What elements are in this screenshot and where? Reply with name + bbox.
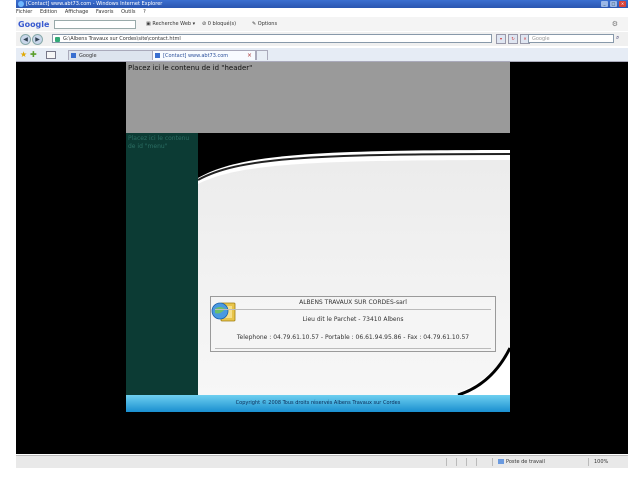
minimize-button[interactable]: _ [601,1,608,7]
title-bar: [Contact] www.abt73.com - Windows Intern… [16,0,628,8]
copyright-text: Copyright © 2008 Tous droits réservés Al… [235,400,401,406]
close-tab-icon[interactable]: × [247,51,252,60]
nav-actions: ▾ ↻ ✕ [496,34,530,44]
header-placeholder-text: Placez ici le contenu de id "header" [128,64,253,72]
live-search-input[interactable]: Google [528,34,614,43]
menu-fichier[interactable]: Fichier [16,9,32,15]
maximize-button[interactable]: □ [610,1,617,7]
menu-bar: Fichier Edition Affichage Favoris Outils… [16,9,628,16]
contact-numbers: Telephone : 04.79.61.10.57 - Portable : … [236,334,470,341]
zoom-level[interactable]: 100% [594,459,608,465]
tabs-row: ★ ✚ Google [Contact] www.abt73.com × [16,48,628,62]
company-address: Lieu dit le Parchet - 73410 Albens [302,316,404,323]
search-icon[interactable]: ⌕ [616,34,619,42]
web-search-button[interactable]: ▣ Recherche Web ▾ [146,21,195,27]
refresh-icon[interactable]: ↻ [508,34,518,44]
computer-zone-icon [498,459,504,464]
address-input[interactable]: G:\Albens Travaux sur Cordes\site\contac… [52,34,492,43]
content-background-curves [198,150,510,395]
go-dropdown-icon[interactable]: ▾ [496,34,506,44]
address-text: G:\Albens Travaux sur Cordes\site\contac… [63,36,181,42]
popup-blocker-button[interactable]: ⊘ 0 bloqué(s) [202,21,236,27]
divider [492,458,493,466]
forward-button[interactable]: ▶ [32,34,43,45]
page-icon [55,37,60,42]
google-search-input[interactable] [54,20,136,29]
window-title: [Contact] www.abt73.com - Windows Intern… [26,1,163,7]
close-button[interactable]: × [619,1,626,7]
new-tab-button[interactable] [256,50,268,60]
divider [215,348,491,349]
ie-tab-icon [155,53,160,58]
divider [466,458,467,466]
favorites-star-icon[interactable]: ★ [20,50,27,59]
page-header: Placez ici le contenu de id "header" [126,62,510,133]
menu-help[interactable]: ? [143,9,146,15]
status-bar: Poste de travail 100% [16,455,628,468]
page-content: ALBENS TRAVAUX SUR CORDES-sarl Lieu dit … [198,150,510,395]
ie-logo-icon [18,1,24,7]
gear-icon[interactable]: ⚙ [612,20,618,28]
add-favorite-icon[interactable]: ✚ [30,50,37,59]
divider [588,458,589,466]
tab-label: [Contact] www.abt73.com [163,53,229,59]
menu-affichage[interactable]: Affichage [65,9,89,15]
options-button[interactable]: ✎ Options [252,21,277,27]
tab-contact[interactable]: [Contact] www.abt73.com × [152,50,256,60]
menu-outils[interactable]: Outils [121,9,135,15]
blocked-label: 0 bloqué(s) [207,21,237,27]
divider [476,458,477,466]
google-tab-icon [71,53,76,58]
google-logo[interactable]: Google [18,20,49,29]
divider [446,458,447,466]
back-button[interactable]: ◀ [20,34,31,45]
divider [456,458,457,466]
page-menu: Placez ici le contenu de id "menu" [126,133,198,395]
address-row: ◀ ▶ G:\Albens Travaux sur Cordes\site\co… [16,32,628,46]
google-toolbar: Google ▣ Recherche Web ▾ ⊘ 0 bloqué(s) ✎… [16,17,628,31]
quick-tabs-icon[interactable] [46,51,56,59]
tab-label: Google [79,53,97,59]
page-footer: Copyright © 2008 Tous droits réservés Al… [126,395,510,412]
options-label: Options [257,21,278,27]
menu-favoris[interactable]: Favoris [96,9,114,15]
window-controls: _ □ × [601,1,626,7]
security-zone: Poste de travail [506,459,545,465]
menu-edition[interactable]: Edition [40,9,57,15]
contact-info-box: ALBENS TRAVAUX SUR CORDES-sarl Lieu dit … [210,296,496,352]
company-name: ALBENS TRAVAUX SUR CORDES-sarl [299,299,407,306]
web-search-label: Recherche Web [152,21,192,27]
page-viewport: Placez ici le contenu de id "header" Pla… [16,62,628,454]
menu-placeholder-text: Placez ici le contenu de id "menu" [128,135,190,150]
tab-google[interactable]: Google [68,50,158,60]
divider [215,309,491,310]
